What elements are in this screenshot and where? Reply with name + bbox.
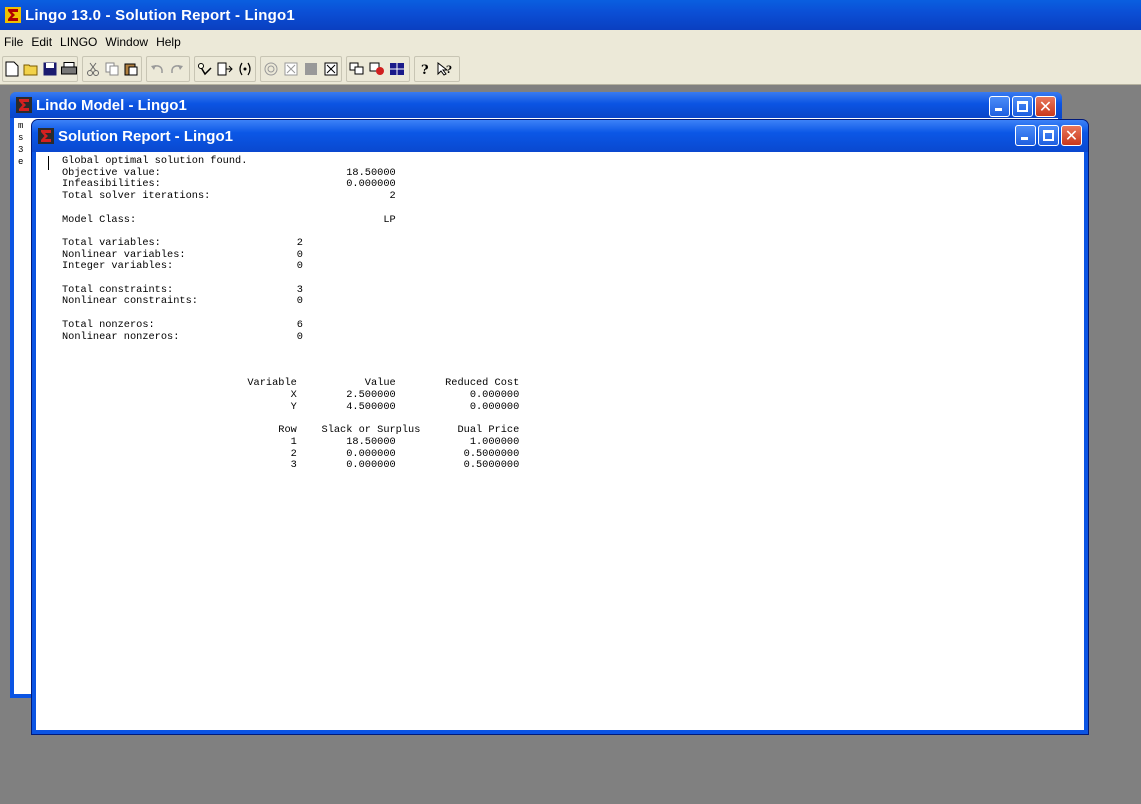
find-icon[interactable] <box>197 61 213 77</box>
app-title: Lingo 13.0 - Solution Report - Lingo1 <box>25 6 295 24</box>
toolbar-group-edit <box>82 56 142 82</box>
toolbar-group-solve <box>260 56 342 82</box>
cut-icon[interactable] <box>85 61 100 77</box>
context-help-icon[interactable]: ? <box>437 61 453 77</box>
menu-file[interactable]: File <box>0 35 27 49</box>
close-icon: ✕ <box>1064 126 1079 145</box>
save-icon[interactable] <box>43 61 57 77</box>
solution-minimize-button[interactable] <box>1015 125 1036 146</box>
solution-window-title: Solution Report - Lingo1 <box>58 127 233 145</box>
solution-maximize-button[interactable] <box>1038 125 1059 146</box>
lindo-window-title-bar[interactable]: Lindo Model - Lingo1 <box>10 92 1062 118</box>
close-icon: ✕ <box>1038 97 1053 116</box>
app-title-bar[interactable]: Lingo 13.0 - Solution Report - Lingo1 <box>0 0 1141 30</box>
maximize-icon <box>1017 101 1028 112</box>
open-icon[interactable] <box>23 61 39 77</box>
toolbar: ? ? <box>0 54 1141 85</box>
goto-line-icon[interactable] <box>217 61 233 77</box>
paste-icon[interactable] <box>124 61 139 77</box>
toolbar-group-find <box>194 56 256 82</box>
solution-window-icon <box>38 128 54 144</box>
lindo-maximize-button[interactable] <box>1012 96 1033 117</box>
toolbar-group-file <box>2 56 78 82</box>
send-to-back-icon[interactable] <box>349 61 365 77</box>
lindo-line: 3 <box>18 145 24 155</box>
menu-bar: File Edit LINGO Window Help <box>0 30 1141 54</box>
toolbar-group-undo <box>146 56 190 82</box>
solution-close-button[interactable]: ✕ <box>1061 125 1082 146</box>
lindo-partial-text: m s 3 e <box>18 120 23 168</box>
solution-report-text-area[interactable]: Global optimal solution found. Objective… <box>36 152 1084 730</box>
toolbar-group-help: ? ? <box>414 56 460 82</box>
maximize-icon <box>1043 130 1054 141</box>
lindo-window-icon <box>16 97 32 113</box>
svg-text:?: ? <box>446 65 452 76</box>
menu-window[interactable]: Window <box>101 35 152 49</box>
toolbar-group-window <box>346 56 410 82</box>
lindo-window-title: Lindo Model - Lingo1 <box>36 96 187 114</box>
tile-icon[interactable] <box>303 61 319 77</box>
solution-window-controls: ✕ <box>1015 125 1082 146</box>
minimize-icon <box>1021 137 1028 140</box>
svg-text:?: ? <box>421 63 429 76</box>
solution-window-title-bar[interactable]: Solution Report - Lingo1 <box>32 120 1088 152</box>
solve-icon[interactable] <box>263 61 279 77</box>
copy-icon[interactable] <box>104 61 119 77</box>
solution-report-window[interactable]: Solution Report - Lingo1 ✕ Global optima… <box>32 120 1088 734</box>
help-icon[interactable]: ? <box>417 61 433 77</box>
print-icon[interactable] <box>61 61 77 77</box>
close-all-icon[interactable] <box>283 61 299 77</box>
lindo-line: e <box>18 157 24 167</box>
match-paren-icon[interactable] <box>237 61 253 77</box>
lindo-line: s <box>18 133 24 143</box>
window-grid-icon[interactable] <box>389 61 405 77</box>
new-icon[interactable] <box>5 61 19 77</box>
minimize-icon <box>995 108 1002 111</box>
solution-report-text: Global optimal solution found. Objective… <box>62 155 520 472</box>
redo-icon[interactable] <box>169 61 185 77</box>
text-caret <box>48 156 49 170</box>
menu-edit[interactable]: Edit <box>27 35 56 49</box>
undo-icon[interactable] <box>149 61 165 77</box>
lingo-sigma-icon <box>5 7 21 23</box>
lindo-line: m <box>18 121 24 131</box>
menu-help[interactable]: Help <box>152 35 185 49</box>
cascade-icon[interactable] <box>323 61 339 77</box>
lindo-minimize-button[interactable] <box>989 96 1010 117</box>
menu-lingo[interactable]: LINGO <box>56 35 101 49</box>
options-icon[interactable] <box>369 61 385 77</box>
lindo-window-controls: ✕ <box>989 96 1056 117</box>
lindo-close-button[interactable]: ✕ <box>1035 96 1056 117</box>
